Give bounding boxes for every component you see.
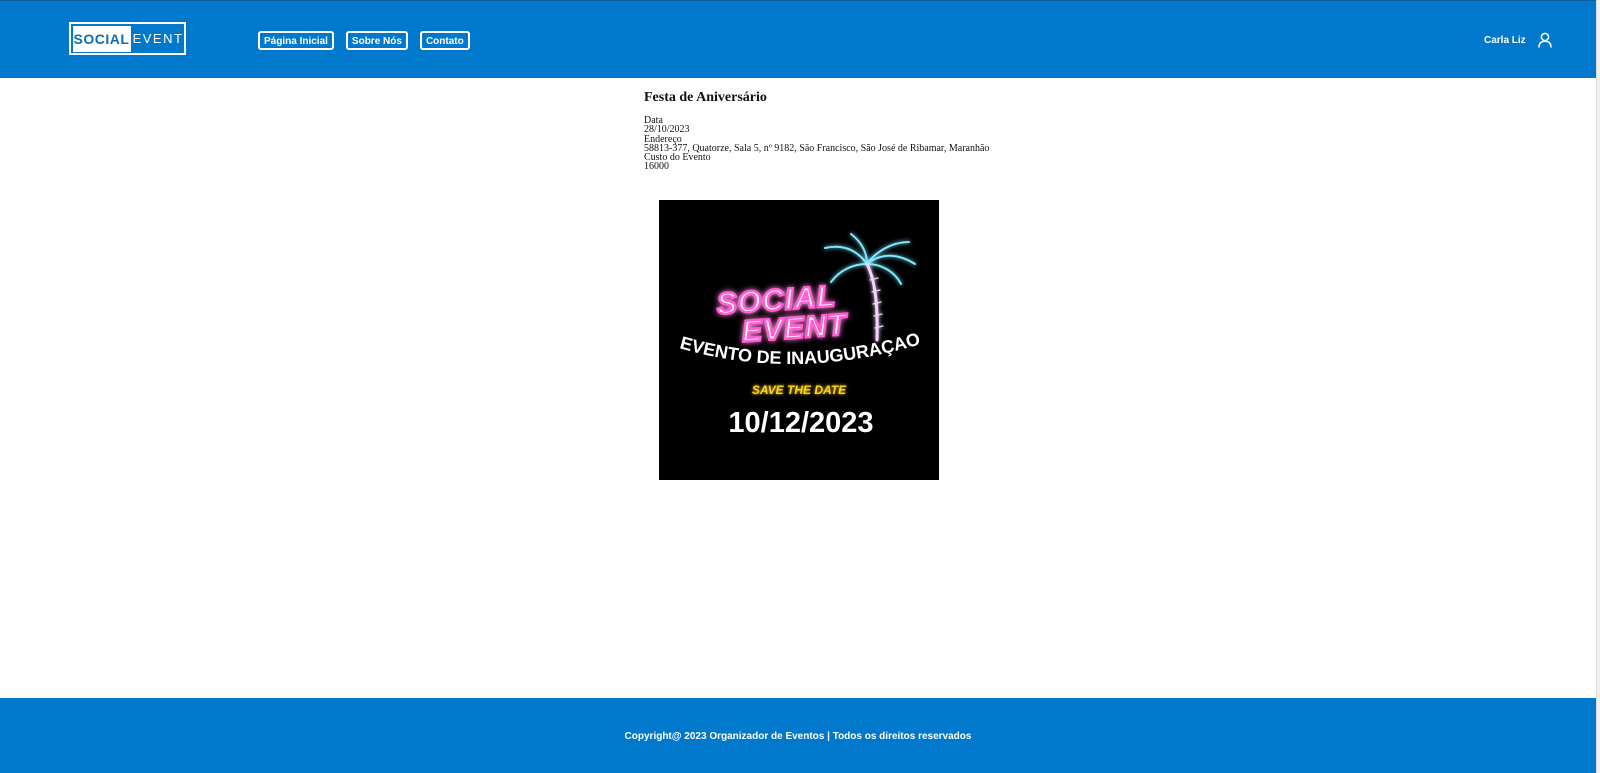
date-value: 28/10/2023 xyxy=(644,124,690,136)
main-nav: Página Inicial Sobre Nós Contato xyxy=(258,31,470,50)
poster-date: 10/12/2023 xyxy=(728,407,873,439)
cost-label: Custo do Evento xyxy=(644,152,711,164)
scrollbar[interactable] xyxy=(1596,0,1600,773)
nav-contact-button[interactable]: Contato xyxy=(419,31,470,50)
user-icon[interactable] xyxy=(1537,32,1552,48)
poster-tagline: SAVE THE DATE xyxy=(752,383,847,397)
top-navbar: SOCIAL EVENT Página Inicial Sobre Nós Co… xyxy=(0,0,1596,78)
nav-home-button[interactable]: Página Inicial xyxy=(258,31,334,50)
footer-copyright: Copyright@ 2023 Organizador de Eventos |… xyxy=(624,731,972,742)
logo-event-text: EVENT xyxy=(132,31,184,46)
footer: Copyright@ 2023 Organizador de Eventos |… xyxy=(0,698,1596,773)
logo-social-text: SOCIAL xyxy=(72,25,131,52)
user-menu[interactable]: Carla Liz xyxy=(1484,32,1552,48)
event-info: Data 28/10/2023 Endereço 58813-377, Quat… xyxy=(644,115,989,173)
cost-value: 16000 xyxy=(644,161,669,173)
date-label: Data xyxy=(644,115,663,126)
event-title: Festa de Aniversário xyxy=(644,90,767,105)
site-logo[interactable]: SOCIAL EVENT xyxy=(69,22,186,55)
event-poster-image: SOCIAL EVENT EVENTO DE INAUGURAÇAO SAVE … xyxy=(659,200,939,480)
nav-about-button[interactable]: Sobre Nós xyxy=(345,31,408,50)
user-name[interactable]: Carla Liz xyxy=(1484,35,1526,46)
